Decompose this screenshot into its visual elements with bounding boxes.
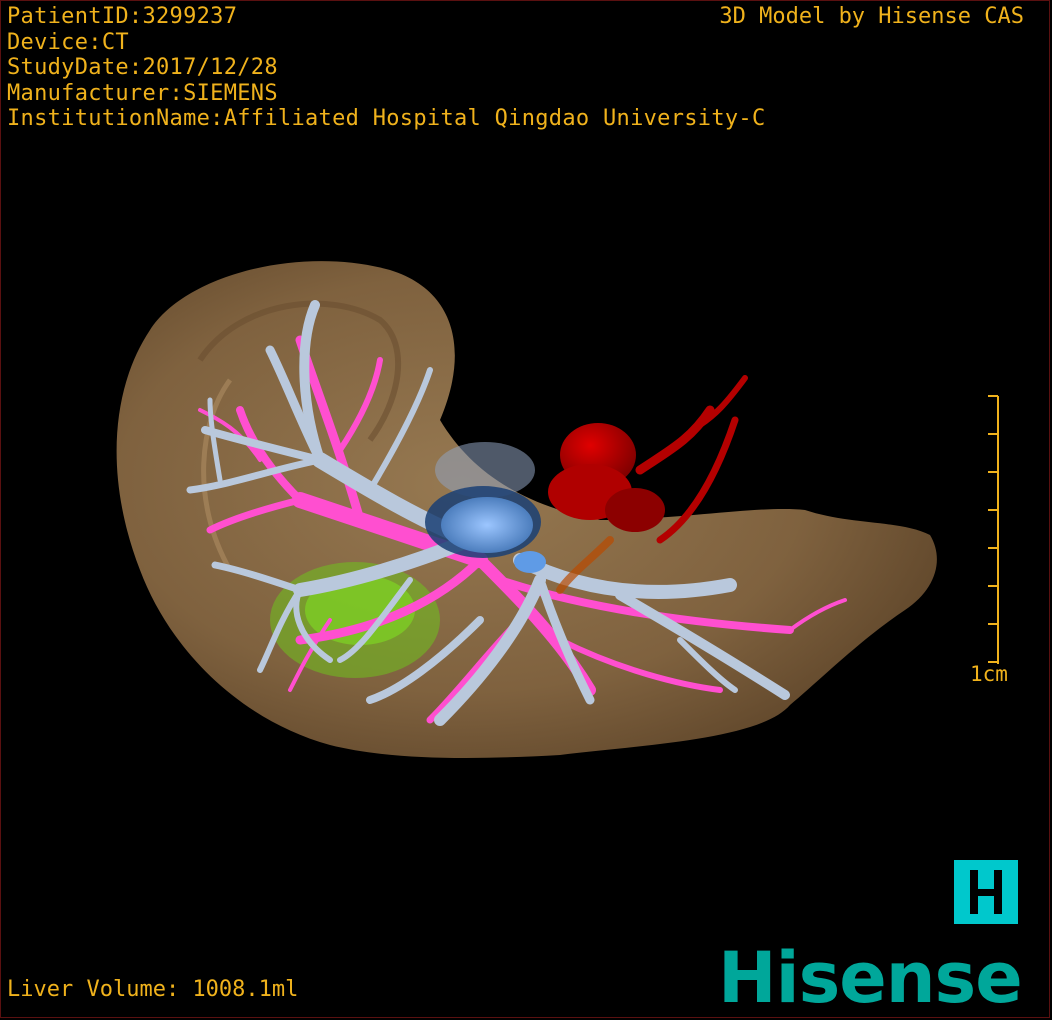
hisense-logo: Hisense bbox=[718, 937, 1023, 1019]
study-date: StudyDate:2017/12/28 bbox=[7, 55, 278, 80]
liver-volume: Liver Volume: 1008.1ml bbox=[7, 977, 299, 1002]
patient-id: PatientID:3299237 bbox=[7, 4, 238, 29]
patient-info-panel: PatientID:3299237 Device:CT StudyDate:20… bbox=[7, 4, 766, 132]
institution-name: InstitutionName:Affiliated Hospital Qing… bbox=[7, 106, 766, 131]
liver-3d-model-viewport[interactable] bbox=[0, 0, 1052, 1020]
model-credit: 3D Model by Hisense CAS bbox=[719, 4, 1024, 29]
scale-bar-label: 1cm bbox=[970, 662, 1008, 686]
hisense-h-icon bbox=[954, 860, 1018, 924]
manufacturer: Manufacturer:SIEMENS bbox=[7, 80, 278, 106]
device: Device:CT bbox=[7, 29, 129, 55]
scale-bar bbox=[988, 395, 999, 664]
